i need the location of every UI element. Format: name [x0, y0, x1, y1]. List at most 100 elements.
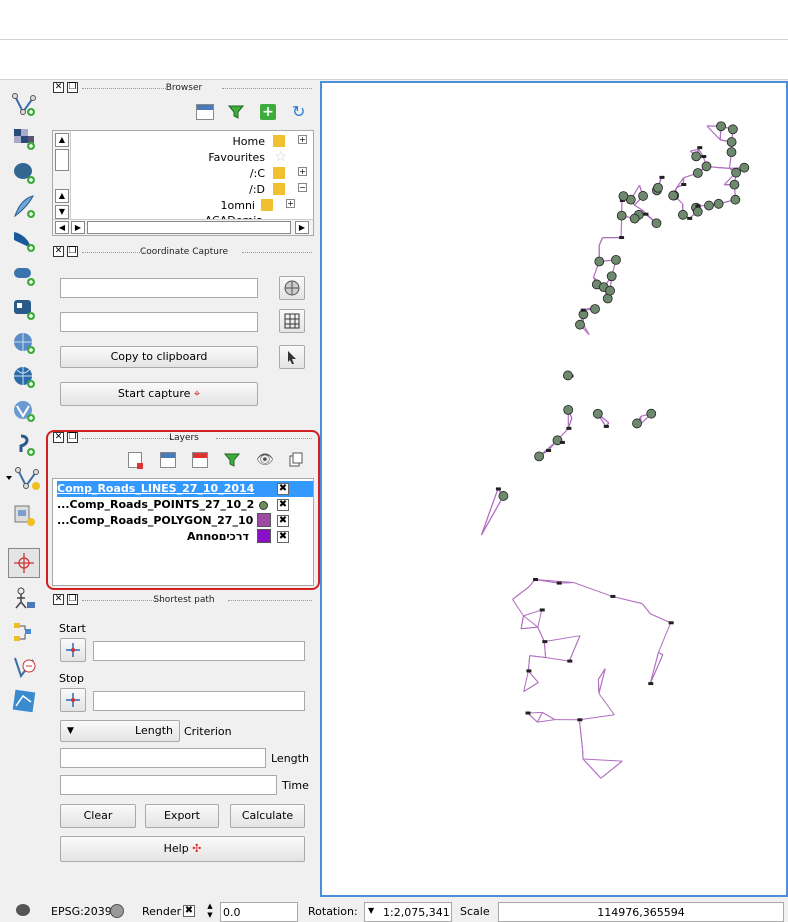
- float-icon[interactable]: ❐: [67, 82, 78, 93]
- road-segment: [568, 635, 581, 662]
- scroll-down-icon[interactable]: ▼: [55, 205, 69, 219]
- add-wcs-layer-icon[interactable]: [10, 364, 38, 390]
- expand-icon[interactable]: +: [298, 135, 307, 144]
- add-wfs-layer-icon[interactable]: [10, 398, 38, 424]
- scroll-left-icon[interactable]: ◀: [55, 221, 69, 234]
- measure-tool-icon[interactable]: [10, 586, 38, 612]
- layer-name: Comp_Roads_LINES_27_10_2014: [57, 482, 255, 495]
- tree-item-drive-d[interactable]: /:D: [249, 183, 265, 196]
- scroll-thumb[interactable]: [55, 149, 69, 171]
- refresh-icon[interactable]: ↻: [292, 104, 308, 120]
- layer-item[interactable]: Annoדרכים: [187, 529, 249, 545]
- coordinate-field-2[interactable]: [60, 312, 258, 332]
- coordinate-capture-tool-icon[interactable]: [8, 548, 40, 578]
- float-icon[interactable]: ❐: [67, 432, 78, 443]
- clear-button[interactable]: Clear: [60, 804, 136, 828]
- road-point: [653, 182, 663, 193]
- add-spatialite-layer-icon[interactable]: [10, 194, 38, 220]
- projection-icon[interactable]: [110, 904, 124, 918]
- render-checkbox[interactable]: ✖: [183, 905, 195, 917]
- add-mssql-layer-icon[interactable]: [10, 228, 38, 254]
- new-shapefile-icon[interactable]: [2, 466, 46, 492]
- close-icon[interactable]: ✕: [53, 246, 64, 257]
- criterion-select[interactable]: ▼ Length: [60, 720, 180, 742]
- add-postgis-layer-icon[interactable]: [10, 160, 38, 186]
- copy-to-clipboard-button[interactable]: Copy to clipboard: [60, 346, 258, 368]
- tree-item-omni[interactable]: 1omni: [221, 199, 255, 212]
- add-icon[interactable]: +: [260, 104, 276, 120]
- layer-visibility-checkbox[interactable]: ✖: [277, 483, 289, 495]
- pick-stop-icon[interactable]: [60, 688, 86, 712]
- add-oracle-layer-icon[interactable]: [10, 262, 38, 288]
- title-grip: [216, 438, 312, 439]
- collapse-all-icon[interactable]: [288, 452, 304, 468]
- close-icon[interactable]: ✕: [53, 594, 64, 605]
- scroll-thumb[interactable]: [87, 221, 291, 234]
- scroll-up-icon[interactable]: ▲: [55, 189, 69, 203]
- filter-icon[interactable]: [227, 104, 245, 120]
- expand-icon[interactable]: +: [298, 167, 307, 176]
- close-icon[interactable]: ✕: [53, 432, 64, 443]
- georeferencer-icon[interactable]: [10, 688, 38, 714]
- tree-item-home[interactable]: Home: [233, 135, 265, 148]
- filter-icon[interactable]: [223, 452, 241, 468]
- eye-icon[interactable]: 👁: [256, 452, 274, 468]
- scroll-up-icon[interactable]: ▲: [55, 133, 69, 147]
- layer-tree[interactable]: Comp_Roads_LINES_27_10_2014 ✖ ...Comp_Ro…: [52, 478, 314, 586]
- add-delimited-text-icon[interactable]: [10, 432, 38, 458]
- map-canvas[interactable]: [320, 81, 788, 897]
- road-segment: [523, 670, 529, 692]
- add-layers-icon[interactable]: [196, 104, 214, 120]
- add-vector-layer-icon[interactable]: [10, 92, 38, 118]
- calculate-button[interactable]: Calculate: [230, 804, 305, 828]
- tree-item-drive-c[interactable]: /:C: [250, 167, 265, 180]
- crs-selector-icon[interactable]: [279, 276, 305, 300]
- scale-select[interactable]: ▼ 1:2,075,341: [364, 902, 452, 922]
- layer-item[interactable]: Comp_Roads_LINES_27_10_2014: [57, 481, 313, 497]
- manage-layers-icon[interactable]: [192, 452, 208, 468]
- road-point: [606, 271, 617, 282]
- pick-start-icon[interactable]: [60, 638, 86, 662]
- render-value[interactable]: 0.0: [220, 902, 298, 922]
- stop-point-input[interactable]: [93, 691, 305, 711]
- layer-visibility-checkbox[interactable]: ✖: [277, 515, 289, 527]
- road-network-map[interactable]: [322, 83, 786, 895]
- grid-icon[interactable]: [279, 309, 305, 333]
- road-label-mark: [526, 669, 532, 673]
- remove-layer-icon[interactable]: [128, 452, 143, 469]
- road-graph-icon[interactable]: [10, 654, 38, 680]
- collapse-icon[interactable]: −: [298, 183, 307, 192]
- tree-horizontal-scrollbar[interactable]: ◀ ▶ ▶: [53, 219, 313, 235]
- start-point-input[interactable]: [93, 641, 305, 661]
- help-button[interactable]: Help ✣: [60, 836, 305, 862]
- road-point: [704, 200, 714, 211]
- layer-item[interactable]: ...Comp_Roads_POINTS_27_10_2: [57, 497, 254, 513]
- add-group-icon[interactable]: [160, 452, 176, 468]
- export-button[interactable]: Export: [145, 804, 219, 828]
- plugin-network-icon[interactable]: [10, 620, 38, 646]
- add-wms-layer-icon[interactable]: [10, 330, 38, 356]
- layer-visibility-checkbox[interactable]: ✖: [277, 531, 289, 543]
- rotation-spinner-icon[interactable]: ▲ ▼: [203, 902, 217, 922]
- float-icon[interactable]: ❐: [67, 246, 78, 257]
- new-temp-layer-icon[interactable]: [10, 502, 38, 528]
- messages-icon[interactable]: [16, 904, 30, 916]
- track-mouse-icon[interactable]: [279, 345, 305, 369]
- layer-item[interactable]: ...Comp_Roads_POLYGON_27_10: [57, 513, 253, 529]
- scroll-right-icon[interactable]: ▶: [71, 221, 85, 234]
- close-icon[interactable]: ✕: [53, 82, 64, 93]
- browser-tree[interactable]: ▲ ▲ ▼ Home + Favourites ☆ /:C + /:D − 1o…: [52, 130, 314, 236]
- add-db2-layer-icon[interactable]: [10, 296, 38, 322]
- start-capture-button[interactable]: Start capture ⌖: [60, 382, 258, 406]
- scroll-right-icon[interactable]: ▶: [295, 221, 309, 234]
- crs-label[interactable]: EPSG:2039: [51, 905, 112, 918]
- expand-icon[interactable]: +: [286, 199, 295, 208]
- float-icon[interactable]: ❐: [67, 594, 78, 605]
- time-output[interactable]: [60, 775, 277, 795]
- coordinate-field-1[interactable]: [60, 278, 258, 298]
- coordinates-display[interactable]: 114976,365594: [498, 902, 784, 922]
- layer-visibility-checkbox[interactable]: ✖: [277, 499, 289, 511]
- length-output[interactable]: [60, 748, 266, 768]
- tree-item-favourites[interactable]: Favourites: [208, 151, 265, 164]
- add-raster-layer-icon[interactable]: [10, 126, 38, 152]
